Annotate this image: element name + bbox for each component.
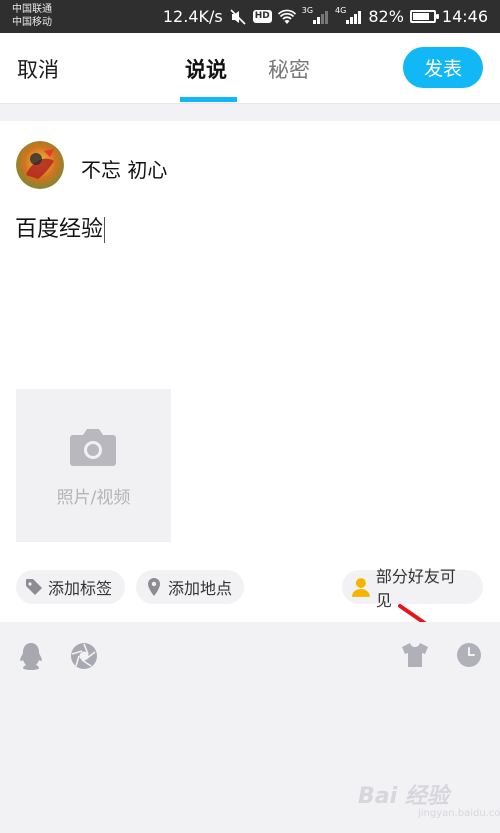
mute-icon — [229, 8, 247, 26]
add-tag-label: 添加标签 — [48, 579, 113, 598]
shirt-icon[interactable] — [401, 642, 429, 668]
clock-time: 14:46 — [441, 7, 488, 26]
tag-icon — [26, 579, 42, 595]
status-indicators: 12.4K/s HD 3G 4G 82% 14:46 — [163, 0, 488, 33]
add-location-button[interactable]: 添加地点 — [136, 570, 244, 604]
header-divider — [0, 103, 500, 121]
battery-icon — [409, 10, 439, 23]
post-text-input[interactable]: 百度经验 — [15, 211, 106, 243]
person-icon — [351, 578, 370, 597]
visibility-button[interactable]: 部分好友可见 — [342, 567, 483, 610]
add-tag-button[interactable]: 添加标签 — [16, 570, 125, 604]
camera-icon — [70, 429, 116, 466]
signal-icon — [346, 10, 362, 24]
add-photo-video-button[interactable]: 照片/视频 — [16, 389, 171, 542]
carrier-2: 中国移动 — [12, 17, 52, 28]
tab-mimi[interactable]: 秘密 — [268, 54, 310, 84]
status-bar: 中国联通 中国移动 12.4K/s HD 3G 4G 82% 14:46 — [0, 0, 500, 33]
carrier-info: 中国联通 中国移动 — [12, 3, 52, 29]
hd-icon: HD — [252, 10, 272, 23]
sim2-signal: 4G — [335, 6, 362, 26]
net-speed: 12.4K/s — [162, 7, 223, 26]
avatar[interactable] — [16, 141, 64, 189]
location-pin-icon — [148, 578, 160, 596]
clock-icon[interactable] — [456, 642, 482, 668]
sim2-net-type: 4G — [335, 6, 347, 15]
cancel-button[interactable]: 取消 — [17, 54, 59, 84]
baidu-watermark: Bai 经验 — [358, 784, 449, 809]
tab-shuoshuo[interactable]: 说说 — [185, 54, 227, 84]
baidu-watermark-url: jingyan.baidu.com — [418, 808, 500, 819]
publish-button[interactable]: 发表 — [403, 47, 483, 88]
signal-icon — [313, 10, 329, 24]
photo-video-label: 照片/视频 — [56, 488, 131, 508]
sim1-signal: 3G — [301, 6, 329, 26]
battery-percent: 82% — [368, 7, 404, 26]
post-text-content: 百度经验 — [15, 217, 104, 242]
battery-fill — [412, 13, 429, 20]
carrier-1: 中国联通 — [12, 4, 52, 15]
wifi-icon — [277, 8, 296, 26]
text-caret — [104, 217, 106, 243]
top-bar: 取消 说说 秘密 发表 — [0, 33, 500, 103]
active-tab-indicator — [180, 97, 237, 102]
add-location-label: 添加地点 — [168, 579, 233, 598]
shutter-icon[interactable] — [70, 642, 98, 670]
username: 不忘 初心 — [81, 158, 168, 182]
sim1-net-type: 3G — [301, 6, 314, 15]
qq-icon[interactable] — [18, 642, 44, 670]
